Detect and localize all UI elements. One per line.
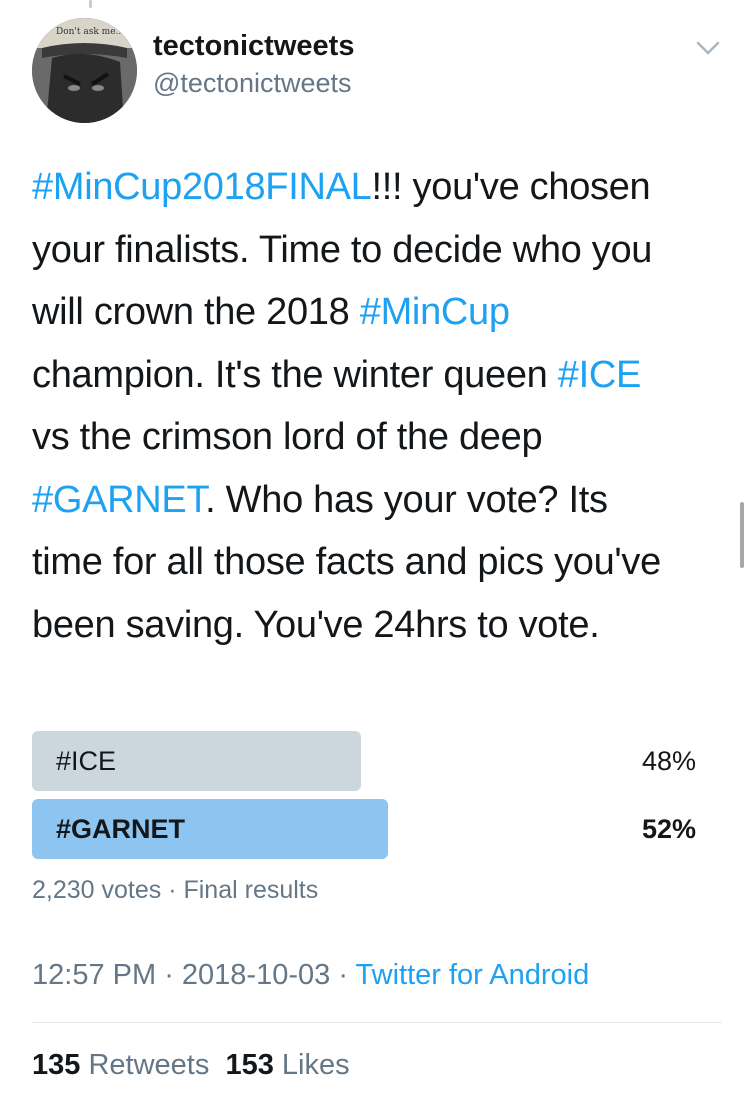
poll-option-percent: 48% [641,746,696,776]
timestamp-separator: · [330,959,356,991]
tweet-text-line: vs the crimson lord of the deep [32,406,722,469]
avatar-caption: Don't ask me... [56,27,124,37]
engagement-stats: 135 Retweets 153 Likes [32,1049,350,1082]
tweet-text-segment: vs the crimson lord of the deep [32,416,543,458]
thread-connector-line [89,0,92,8]
poll-meta: 2,230 votes · Final results [32,876,318,905]
likes-stat[interactable]: 153 Likes [225,1049,349,1081]
tweet-text-line: #GARNET. Who has your vote? Its [32,469,722,532]
tweet-text-segment: time for all those facts and pics you've [32,541,661,583]
tweet-timestamp: 12:57 PM · 2018-10-03 · Twitter for Andr… [32,959,589,992]
scrollbar[interactable] [740,502,744,568]
avatar[interactable]: Don't ask me... [32,18,137,123]
tweet-text-segment: !!! you've chosen [371,166,651,208]
avatar-image: Don't ask me... [32,18,137,123]
tweet-text-line: your finalists. Time to decide who you [32,219,722,282]
poll-option-percent: 52% [641,814,696,844]
tweet-text-segment: been saving. You've 24hrs to vote. [32,603,600,646]
retweets-label: Retweets [88,1049,210,1081]
poll-meta-separator: · [161,876,184,904]
poll-option-label: #ICE [56,746,117,776]
poll-vote-count: 2,230 votes [32,876,162,904]
tweet-text-segment: will crown the 2018 [32,291,360,333]
poll-option: #GARNET 52% [32,799,696,859]
hashtag-link[interactable]: #ICE [558,354,642,396]
hashtag-link[interactable]: #MinCup [360,291,510,333]
chevron-down-icon[interactable] [692,34,724,62]
author-display-name[interactable]: tectonictweets [153,30,354,63]
retweets-stat[interactable]: 135 Retweets [32,1049,209,1081]
hashtag-link[interactable]: #MinCup2018FINAL [32,166,372,208]
tweet-text-line: time for all those facts and pics you've [32,531,722,594]
poll-status: Final results [183,876,319,904]
hashtag-link[interactable]: #GARNET [32,479,205,521]
likes-label: Likes [281,1049,350,1081]
divider [32,1022,722,1023]
author-handle[interactable]: @tectonictweets [153,68,352,99]
tweet-text-line: #MinCup2018FINAL!!! you've chosen [32,156,722,219]
timestamp-separator: · [156,959,182,991]
tweet-text-line: been saving. You've 24hrs to vote. [32,594,722,657]
likes-count: 153 [225,1049,274,1081]
tweet-text: #MinCup2018FINAL!!! you've chosen your fi… [32,156,722,656]
poll-option: #ICE 48% [32,731,696,791]
poll-option-label: #GARNET [56,814,186,844]
poll: #ICE 48% #GARNET 52% [32,731,696,867]
tweet-time[interactable]: 12:57 PM [32,959,156,991]
tweet-text-line: will crown the 2018 #MinCup [32,281,722,344]
tweet-text-line: champion. It's the winter queen #ICE [32,344,722,407]
retweets-count: 135 [32,1049,81,1081]
tweet-source-link[interactable]: Twitter for Android [356,959,590,991]
tweet-text-segment: . Who has your vote? Its [205,478,608,521]
tweet-text-segment: champion. It's the winter queen [32,353,558,396]
tweet-date[interactable]: 2018-10-03 [182,959,330,991]
tweet-text-segment: your finalists. Time to decide who you [32,228,653,271]
